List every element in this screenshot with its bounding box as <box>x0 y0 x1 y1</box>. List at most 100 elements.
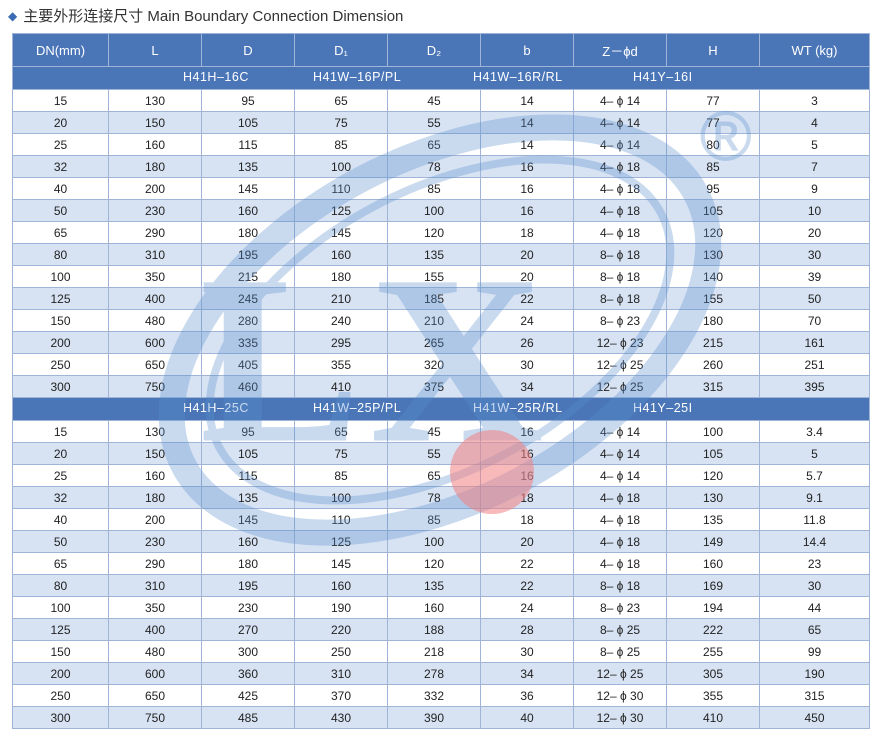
table-cell: 155 <box>666 287 760 310</box>
table-cell: 8– ϕ 25 <box>573 618 667 641</box>
table-row: 300 750 460 410 375 34 12– ϕ 25 315 395 <box>12 375 870 398</box>
table-cell: 115 <box>201 464 295 487</box>
column-header: D <box>201 33 295 67</box>
model-label: H41Y–25I <box>633 401 693 415</box>
table-cell: 335 <box>201 331 295 354</box>
table-cell: 16 <box>480 442 574 465</box>
table-cell: 45 <box>387 89 481 112</box>
table-cell: 140 <box>666 265 760 288</box>
table-cell: 270 <box>201 618 295 641</box>
table-cell: 95 <box>201 89 295 112</box>
table-cell: 100 <box>12 596 109 619</box>
table-cell: 65 <box>294 420 388 443</box>
table-cell: 11.8 <box>759 508 870 531</box>
table-cell: 30 <box>759 243 870 266</box>
table-cell: 160 <box>294 574 388 597</box>
table-row: 40 200 145 110 85 18 4– ϕ 18 135 11.8 <box>12 508 870 531</box>
table-cell: 95 <box>201 420 295 443</box>
model-group-row: H41H–25C H41W–25P/PL H41W–25R/RL H41Y–25I <box>12 397 870 421</box>
table-cell: 85 <box>387 508 481 531</box>
table-cell: 650 <box>108 353 202 376</box>
table-cell: 12– ϕ 25 <box>573 375 667 398</box>
table-cell: 40 <box>12 177 109 200</box>
table-cell: 410 <box>666 706 760 729</box>
table-cell: 120 <box>387 552 481 575</box>
table-cell: 20 <box>759 221 870 244</box>
table-cell: 12– ϕ 25 <box>573 353 667 376</box>
table-row: 50 230 160 125 100 20 4– ϕ 18 149 14.4 <box>12 530 870 553</box>
model-label: H41W–25R/RL <box>473 401 563 415</box>
table-cell: 160 <box>201 199 295 222</box>
table-cell: 100 <box>387 199 481 222</box>
table-cell: 77 <box>666 111 760 134</box>
table-cell: 78 <box>387 486 481 509</box>
table-cell: 300 <box>12 375 109 398</box>
table-cell: 150 <box>12 640 109 663</box>
table-cell: 115 <box>201 133 295 156</box>
table-cell: 145 <box>294 552 388 575</box>
table-cell: 425 <box>201 684 295 707</box>
table-cell: 750 <box>108 375 202 398</box>
table-cell: 190 <box>759 662 870 685</box>
model-label: H41Y–16I <box>633 70 693 84</box>
table-cell: 105 <box>666 442 760 465</box>
table-cell: 85 <box>294 464 388 487</box>
table-row: 125 400 245 210 185 22 8– ϕ 18 155 50 <box>12 287 870 310</box>
table-cell: 120 <box>666 221 760 244</box>
table-cell: 145 <box>201 177 295 200</box>
table-cell: 460 <box>201 375 295 398</box>
table-body: H41H–16C H41W–16P/PL H41W–16R/RL H41Y–16I 15… <box>12 66 870 729</box>
table-cell: 320 <box>387 353 481 376</box>
table-cell: 120 <box>666 464 760 487</box>
table-cell: 65 <box>12 552 109 575</box>
table-row: 15 130 95 65 45 14 4– ϕ 14 77 3 <box>12 89 870 112</box>
table-cell: 14 <box>480 111 574 134</box>
table-cell: 149 <box>666 530 760 553</box>
table-cell: 300 <box>12 706 109 729</box>
table-cell: 315 <box>759 684 870 707</box>
table-cell: 218 <box>387 640 481 663</box>
table-cell: 80 <box>12 243 109 266</box>
table-cell: 480 <box>108 640 202 663</box>
table-cell: 5 <box>759 442 870 465</box>
table-cell: 135 <box>387 243 481 266</box>
table-cell: 24 <box>480 309 574 332</box>
table-cell: 250 <box>12 684 109 707</box>
table-cell: 180 <box>201 552 295 575</box>
table-cell: 7 <box>759 155 870 178</box>
table-row: 32 180 135 100 78 18 4– ϕ 18 130 9.1 <box>12 486 870 509</box>
table-cell: 370 <box>294 684 388 707</box>
table-cell: 4 <box>759 111 870 134</box>
table-cell: 100 <box>294 155 388 178</box>
table-cell: 430 <box>294 706 388 729</box>
column-header: L <box>108 33 202 67</box>
table-cell: 18 <box>480 221 574 244</box>
table-cell: 23 <box>759 552 870 575</box>
table-cell: 80 <box>666 133 760 156</box>
dimension-table: DN(mm) L D D₁ D₂ b Z－ϕd H WT (kg) H41H–16C H41W–1… <box>12 33 870 729</box>
table-cell: 12– ϕ 30 <box>573 706 667 729</box>
table-cell: 180 <box>294 265 388 288</box>
table-cell: 30 <box>759 574 870 597</box>
table-cell: 300 <box>201 640 295 663</box>
table-cell: 100 <box>387 530 481 553</box>
table-cell: 135 <box>201 486 295 509</box>
table-cell: 155 <box>387 265 481 288</box>
table-cell: 45 <box>387 420 481 443</box>
table-row: 125 400 270 220 188 28 8– ϕ 25 222 65 <box>12 618 870 641</box>
table-cell: 230 <box>108 199 202 222</box>
table-cell: 85 <box>387 177 481 200</box>
table-cell: 3 <box>759 89 870 112</box>
table-cell: 310 <box>108 574 202 597</box>
table-cell: 130 <box>108 420 202 443</box>
table-cell: 188 <box>387 618 481 641</box>
table-cell: 8– ϕ 23 <box>573 309 667 332</box>
table-cell: 24 <box>480 596 574 619</box>
column-header: Z－ϕd <box>573 33 667 67</box>
table-cell: 125 <box>12 618 109 641</box>
column-header: D₁ <box>294 33 388 67</box>
table-cell: 100 <box>12 265 109 288</box>
table-cell: 332 <box>387 684 481 707</box>
table-cell: 150 <box>108 111 202 134</box>
table-cell: 10 <box>759 199 870 222</box>
